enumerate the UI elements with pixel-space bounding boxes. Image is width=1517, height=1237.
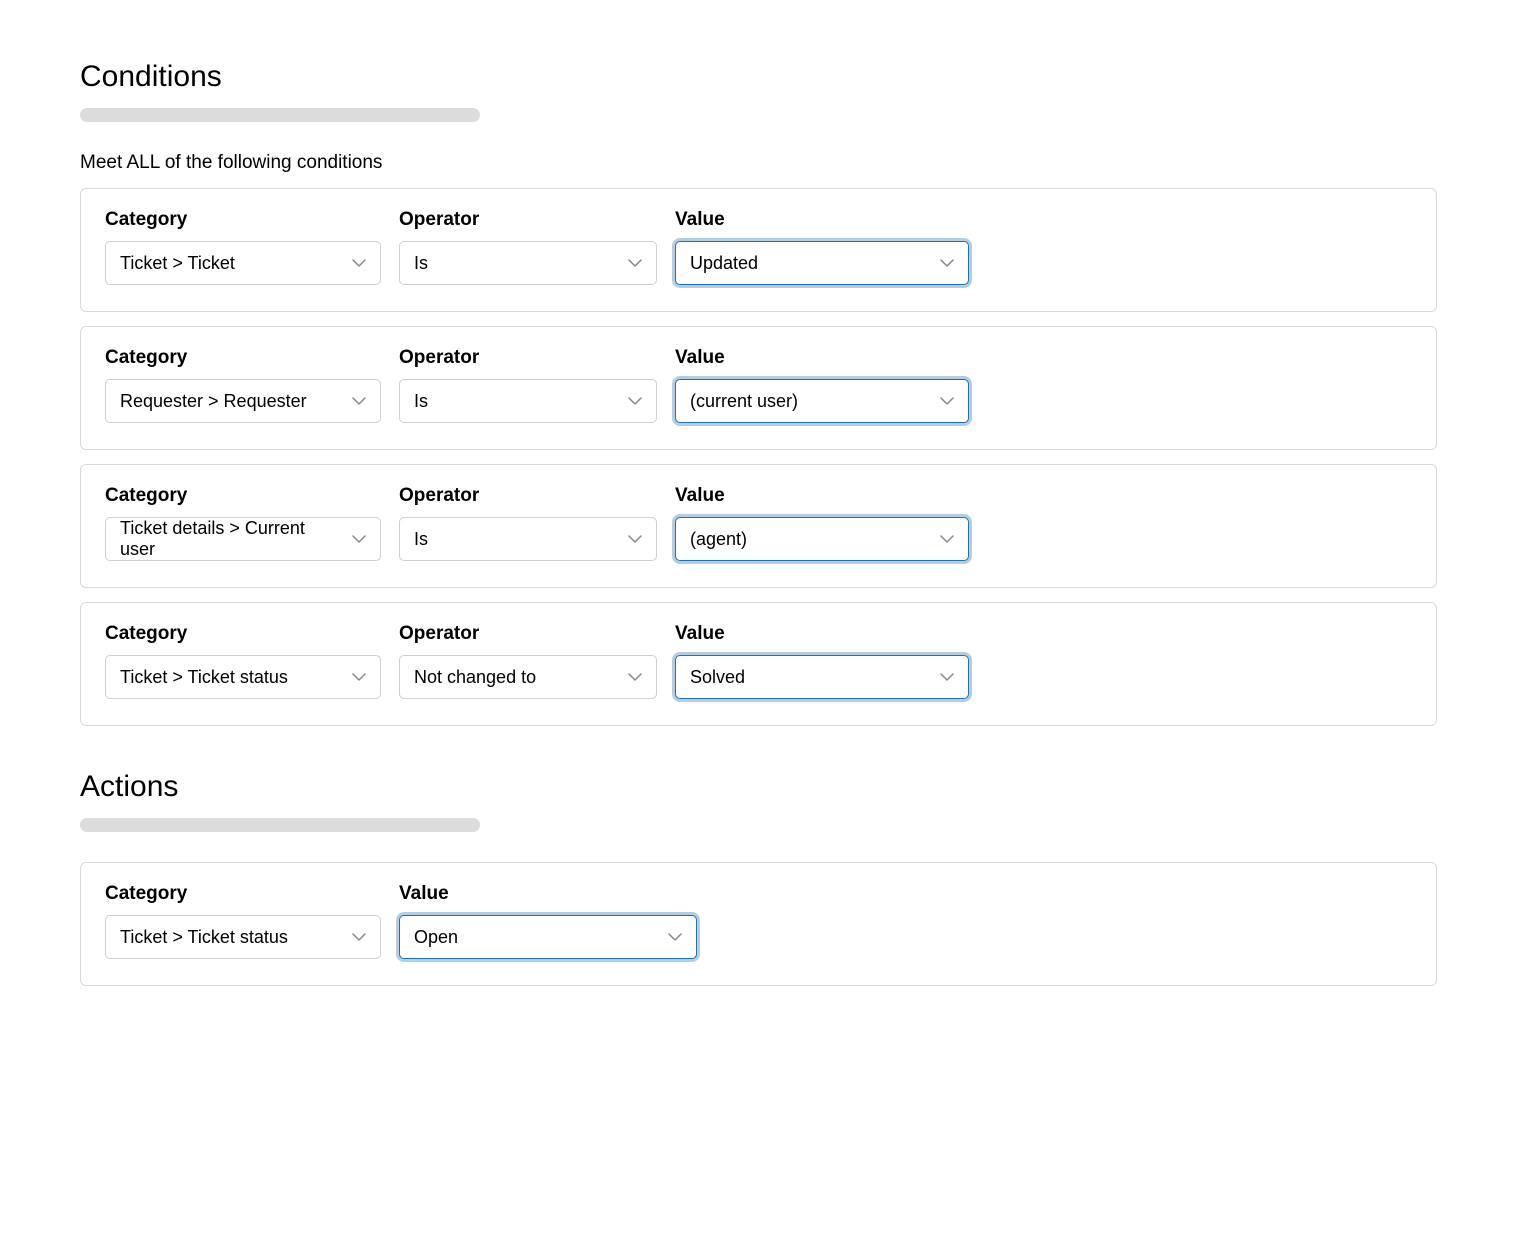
operator-select[interactable]: Is <box>399 379 657 423</box>
operator-select-value: Not changed to <box>414 667 536 688</box>
category-field: Category Ticket > Ticket status <box>105 883 381 959</box>
category-field: Category Ticket > Ticket <box>105 209 381 285</box>
conditions-description-placeholder <box>80 108 480 122</box>
value-select-value: Open <box>414 927 458 948</box>
category-field: Category Requester > Requester <box>105 347 381 423</box>
value-field: Value (current user) <box>675 347 969 423</box>
category-select[interactable]: Requester > Requester <box>105 379 381 423</box>
chevron-down-icon <box>668 933 682 941</box>
category-select[interactable]: Ticket > Ticket <box>105 241 381 285</box>
operator-select[interactable]: Is <box>399 241 657 285</box>
condition-row: Category Ticket > Ticket status Operator… <box>80 602 1437 726</box>
chevron-down-icon <box>628 397 642 405</box>
operator-select[interactable]: Is <box>399 517 657 561</box>
category-select-value: Ticket > Ticket <box>120 253 235 274</box>
value-select-value: Solved <box>690 667 745 688</box>
value-field: Value Open <box>399 883 697 959</box>
chevron-down-icon <box>352 933 366 941</box>
operator-select-value: Is <box>414 253 428 274</box>
chevron-down-icon <box>628 259 642 267</box>
value-label: Value <box>675 485 969 507</box>
operator-label: Operator <box>399 623 657 645</box>
condition-row: Category Requester > Requester Operator … <box>80 326 1437 450</box>
operator-label: Operator <box>399 209 657 231</box>
category-select-value: Ticket > Ticket status <box>120 667 288 688</box>
category-select-value: Ticket details > Current user <box>120 518 342 560</box>
chevron-down-icon <box>628 673 642 681</box>
value-label: Value <box>675 623 969 645</box>
value-label: Value <box>675 347 969 369</box>
operator-field: Operator Is <box>399 209 657 285</box>
category-label: Category <box>105 485 381 507</box>
value-select[interactable]: Solved <box>675 655 969 699</box>
operator-field: Operator Is <box>399 347 657 423</box>
actions-description-placeholder <box>80 818 480 832</box>
operator-select-value: Is <box>414 391 428 412</box>
value-select[interactable]: (current user) <box>675 379 969 423</box>
chevron-down-icon <box>352 259 366 267</box>
chevron-down-icon <box>940 397 954 405</box>
category-field: Category Ticket > Ticket status <box>105 623 381 699</box>
chevron-down-icon <box>940 673 954 681</box>
chevron-down-icon <box>628 535 642 543</box>
conditions-title: Conditions <box>80 60 1437 94</box>
category-select[interactable]: Ticket > Ticket status <box>105 915 381 959</box>
category-label: Category <box>105 623 381 645</box>
condition-row: Category Ticket details > Current user O… <box>80 464 1437 588</box>
category-select-value: Requester > Requester <box>120 391 307 412</box>
chevron-down-icon <box>352 673 366 681</box>
action-row: Category Ticket > Ticket status Value Op… <box>80 862 1437 986</box>
value-label: Value <box>399 883 697 905</box>
value-select[interactable]: Open <box>399 915 697 959</box>
chevron-down-icon <box>352 535 366 543</box>
category-label: Category <box>105 209 381 231</box>
value-field: Value Solved <box>675 623 969 699</box>
value-field: Value (agent) <box>675 485 969 561</box>
value-select[interactable]: Updated <box>675 241 969 285</box>
chevron-down-icon <box>940 535 954 543</box>
category-select[interactable]: Ticket > Ticket status <box>105 655 381 699</box>
category-field: Category Ticket details > Current user <box>105 485 381 561</box>
value-select-value: Updated <box>690 253 758 274</box>
value-select-value: (current user) <box>690 391 798 412</box>
chevron-down-icon <box>940 259 954 267</box>
category-label: Category <box>105 883 381 905</box>
operator-field: Operator Not changed to <box>399 623 657 699</box>
value-select[interactable]: (agent) <box>675 517 969 561</box>
operator-field: Operator Is <box>399 485 657 561</box>
operator-select-value: Is <box>414 529 428 550</box>
category-label: Category <box>105 347 381 369</box>
value-field: Value Updated <box>675 209 969 285</box>
condition-row: Category Ticket > Ticket Operator Is Val… <box>80 188 1437 312</box>
operator-select[interactable]: Not changed to <box>399 655 657 699</box>
value-select-value: (agent) <box>690 529 747 550</box>
conditions-subtitle: Meet ALL of the following conditions <box>80 152 1437 174</box>
category-select[interactable]: Ticket details > Current user <box>105 517 381 561</box>
operator-label: Operator <box>399 347 657 369</box>
operator-label: Operator <box>399 485 657 507</box>
chevron-down-icon <box>352 397 366 405</box>
value-label: Value <box>675 209 969 231</box>
actions-title: Actions <box>80 770 1437 804</box>
category-select-value: Ticket > Ticket status <box>120 927 288 948</box>
